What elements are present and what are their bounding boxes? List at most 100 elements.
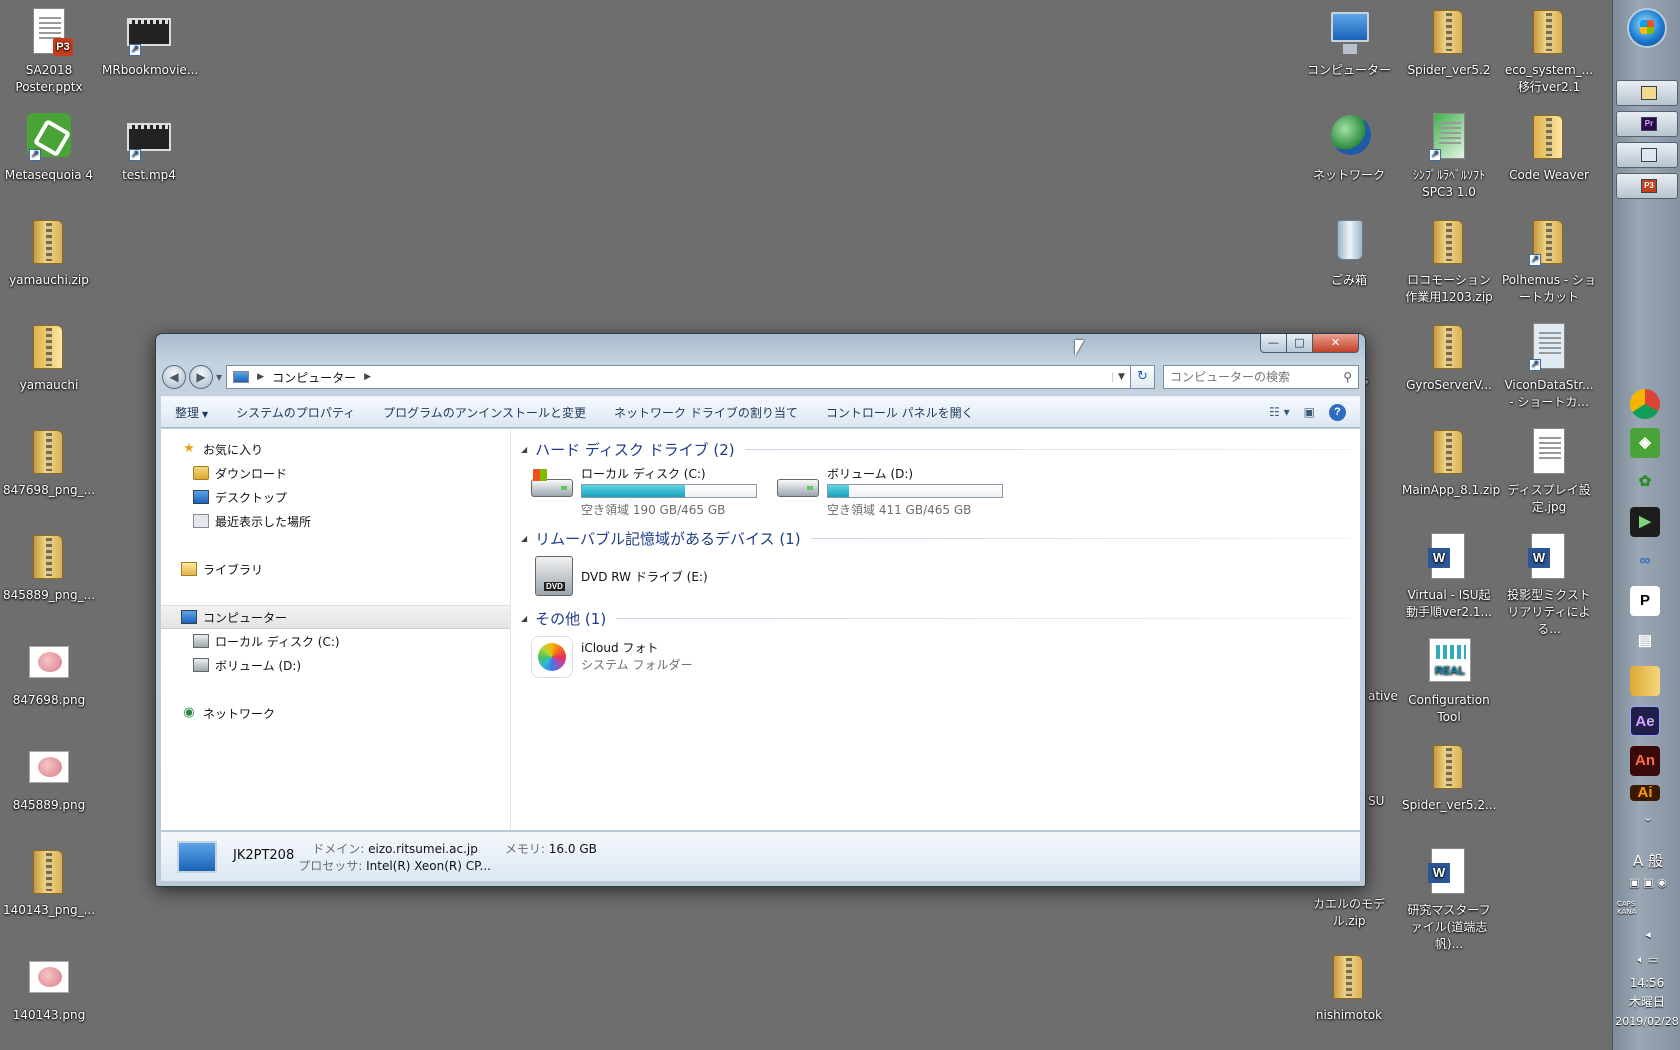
desktop-icon-computer[interactable]: コンピューター [1300,6,1398,79]
desktop-icon-845889-png-zip[interactable]: 845889_png_... [0,531,98,604]
folder-icon[interactable] [1630,666,1660,696]
drive-item-dvd[interactable]: DVD RW ドライブ (E:) [529,554,775,598]
search-box[interactable]: ⚲ [1163,365,1359,389]
desktop-icon-mrbookmovie[interactable]: ↗ MRbookmovie... [100,6,198,79]
p-app-icon[interactable]: P [1630,586,1660,616]
nav-libraries[interactable]: ライブラリ [161,557,510,581]
nav-favorites[interactable]: ★ お気に入り [161,437,510,461]
tray-expand-icon[interactable]: ◂ [1617,928,1679,941]
minimize-button[interactable]: — [1260,334,1287,353]
group-header-other[interactable]: ◢ その他 (1) [521,606,1350,630]
tray-app-icons[interactable]: ▣ ▣ ◉ [1617,876,1679,889]
turtle-app-icon[interactable]: ✿ [1630,467,1660,497]
metasequoia-icon[interactable]: ◈ [1630,428,1660,458]
clock[interactable]: 14:56 木曜日 2019/02/28 [1613,974,1680,1031]
desktop-icon-display-settings-jpg[interactable]: ディスプレイ設定.jpg [1500,426,1598,516]
ime-indicator[interactable]: A 般 [1617,850,1679,871]
organize-button[interactable]: 整理 ▼ [175,404,208,421]
device-app-icon[interactable]: ▤ [1630,626,1660,656]
desktop-icon-spider-ver52[interactable]: Spider_ver5.2 [1400,6,1498,79]
nav-recent-places[interactable]: 最近表示した場所 [161,509,510,533]
desktop-icon-yamauchi-zip[interactable]: yamauchi.zip [0,216,98,289]
after-effects-icon[interactable]: Ae [1630,706,1660,736]
desktop-icon-845889-png[interactable]: 845889.png [0,741,98,814]
desktop-icon-gyroserver[interactable]: GyroServerV... [1400,321,1498,394]
nav-local-disk-c[interactable]: ローカル ディスク (C:) [161,629,510,653]
taskbar-window-button[interactable] [1616,142,1678,168]
help-icon[interactable]: ? [1329,403,1346,421]
desktop-icon-hidden-label[interactable]: SU [1366,793,1396,810]
desktop-icon-140143-png-zip[interactable]: 140143_png_... [0,846,98,919]
refresh-button[interactable]: ↻ [1131,365,1155,389]
desktop-icon-test-mp4[interactable]: ↗ test.mp4 [100,111,198,184]
nav-computer[interactable]: コンピューター [161,605,510,629]
desktop-icon-vicondatastream[interactable]: ↗ ViconDataStr... - ショートカ... [1500,321,1598,411]
illustrator-icon[interactable]: Ai [1630,785,1660,801]
breadcrumb-separator-icon[interactable]: ▶ [257,372,264,382]
nav-desktop[interactable]: デスクトップ [161,485,510,509]
breadcrumb-separator-icon[interactable]: ▶ [364,372,371,382]
infinity-app-icon[interactable]: ∞ [1630,546,1660,576]
collapse-triangle-icon[interactable]: ◢ [521,534,527,543]
collapse-triangle-icon[interactable]: ◢ [521,445,527,454]
maximize-button[interactable]: □ [1287,334,1313,353]
desktop-icon-locomotion-zip[interactable]: ロコモーション作業用1203.zip [1400,216,1498,306]
explorer-window[interactable]: — □ ✕ ◀ ▶ ▼ ▶ コンピューター ▶ ▼ ↻ ⚲ 整理▼ システムのプ… [155,333,1366,887]
desktop-icon-configuration-tool[interactable]: REAL Configuration Tool [1400,636,1498,726]
desktop-icon-140143-png[interactable]: 140143.png [0,951,98,1024]
collapse-triangle-icon[interactable]: ◢ [521,614,527,623]
nav-downloads[interactable]: ダウンロード [161,461,510,485]
desktop-icon-polhemus[interactable]: ↗ Polhemus - ショートカット [1500,216,1598,306]
desktop-icon-spc3[interactable]: ↗ ｼﾝﾌﾟﾙﾗﾍﾞﾙｿﾌﾄ SPC3 1.0 [1400,111,1498,201]
nav-network[interactable]: ◉ ネットワーク [161,701,510,725]
breadcrumb-computer[interactable]: コンピューター [272,369,356,386]
recent-pages-dropdown-icon[interactable]: ▼ [216,373,222,382]
desktop-icon-847698-png-zip[interactable]: 847698_png_... [0,426,98,499]
drive-item-d[interactable]: ボリューム (D:) 空き領域 411 GB/465 GB [775,465,1021,518]
desktop-icon-847698-png[interactable]: 847698.png [0,636,98,709]
taskbar-overflow-icon[interactable]: ⌄ [1617,811,1679,824]
address-history-dropdown-icon[interactable]: ▼ [1112,372,1130,382]
start-button[interactable] [1627,8,1667,48]
map-network-drive-button[interactable]: ネットワーク ドライブの割り当て [614,404,798,421]
forward-button[interactable]: ▶ [189,365,213,389]
search-icon[interactable]: ⚲ [1343,370,1352,384]
desktop-icon-eco-system[interactable]: eco_system_... 移行ver2.1 [1500,6,1598,96]
desktop-icon-recycle-bin[interactable]: ごみ箱 [1300,216,1398,289]
group-header-removable[interactable]: ◢ リムーバブル記憶域があるデバイス (1) [521,526,1350,550]
preview-pane-icon[interactable]: ▣ [1304,405,1315,419]
search-input[interactable] [1170,370,1344,384]
desktop-icon-nishimotok[interactable]: nishimotok [1300,951,1398,1024]
taskbar-explorer-button[interactable] [1616,80,1678,106]
close-button[interactable]: ✕ [1313,334,1359,353]
desktop-icon-network[interactable]: ネットワーク [1300,111,1398,184]
uninstall-program-button[interactable]: プログラムのアンインストールと変更 [383,404,586,421]
desktop-icon-projection-mr[interactable]: W 投影型ミクストリアリティによる... [1500,531,1598,638]
desktop-icon-sa2018-poster[interactable]: P3 SA2018 Poster.pptx [0,6,98,96]
address-bar[interactable]: ▶ コンピューター ▶ ▼ [226,365,1131,389]
volume-network-icons[interactable]: 🔈︎ ▭ [1617,953,1679,967]
terminal-app-icon[interactable]: ▶ [1630,507,1660,537]
desktop-icon-metasequoia[interactable]: ↗ Metasequoia 4 [0,111,98,184]
icloud-photos-item[interactable]: iCloud フォト システム フォルダー [529,634,775,678]
taskbar-powerpoint-button[interactable]: P3 [1616,173,1678,199]
change-view-button[interactable]: ☷ ▾ [1269,405,1290,419]
drive-item-c[interactable]: ローカル ディスク (C:) 空き領域 190 GB/465 GB [529,465,775,518]
desktop-icon-mainapp-zip[interactable]: MainApp_8.1.zip [1400,426,1500,499]
zip-folder-icon [1423,216,1475,268]
taskbar-premiere-button[interactable]: Pr [1616,111,1678,137]
open-control-panel-button[interactable]: コントロール パネルを開く [826,404,974,421]
desktop-icon-yamauchi[interactable]: yamauchi [0,321,98,394]
desktop-icon-code-weaver[interactable]: Code Weaver [1500,111,1598,184]
desktop-icon-virtual-isu[interactable]: W Virtual - ISU起動手順ver2.1... [1400,531,1498,621]
desktop-icon-hidden-label[interactable]: ative [1366,688,1406,705]
system-properties-button[interactable]: システムのプロパティ [236,404,355,421]
nav-volume-d[interactable]: ボリューム (D:) [161,653,510,677]
desktop-icon-research-master[interactable]: W 研究マスターファイル(道端志帆)... [1400,846,1498,953]
animate-icon[interactable]: An [1630,746,1660,776]
back-button[interactable]: ◀ [162,365,186,389]
desktop-icon-spider-ver52-2[interactable]: Spider_ver5.2... [1400,741,1498,814]
desktop-icon-label: 845889_png_... [2,588,96,602]
group-header-hard-drives[interactable]: ◢ ハード ディスク ドライブ (2) [521,437,1350,461]
chrome-icon[interactable] [1630,389,1660,419]
